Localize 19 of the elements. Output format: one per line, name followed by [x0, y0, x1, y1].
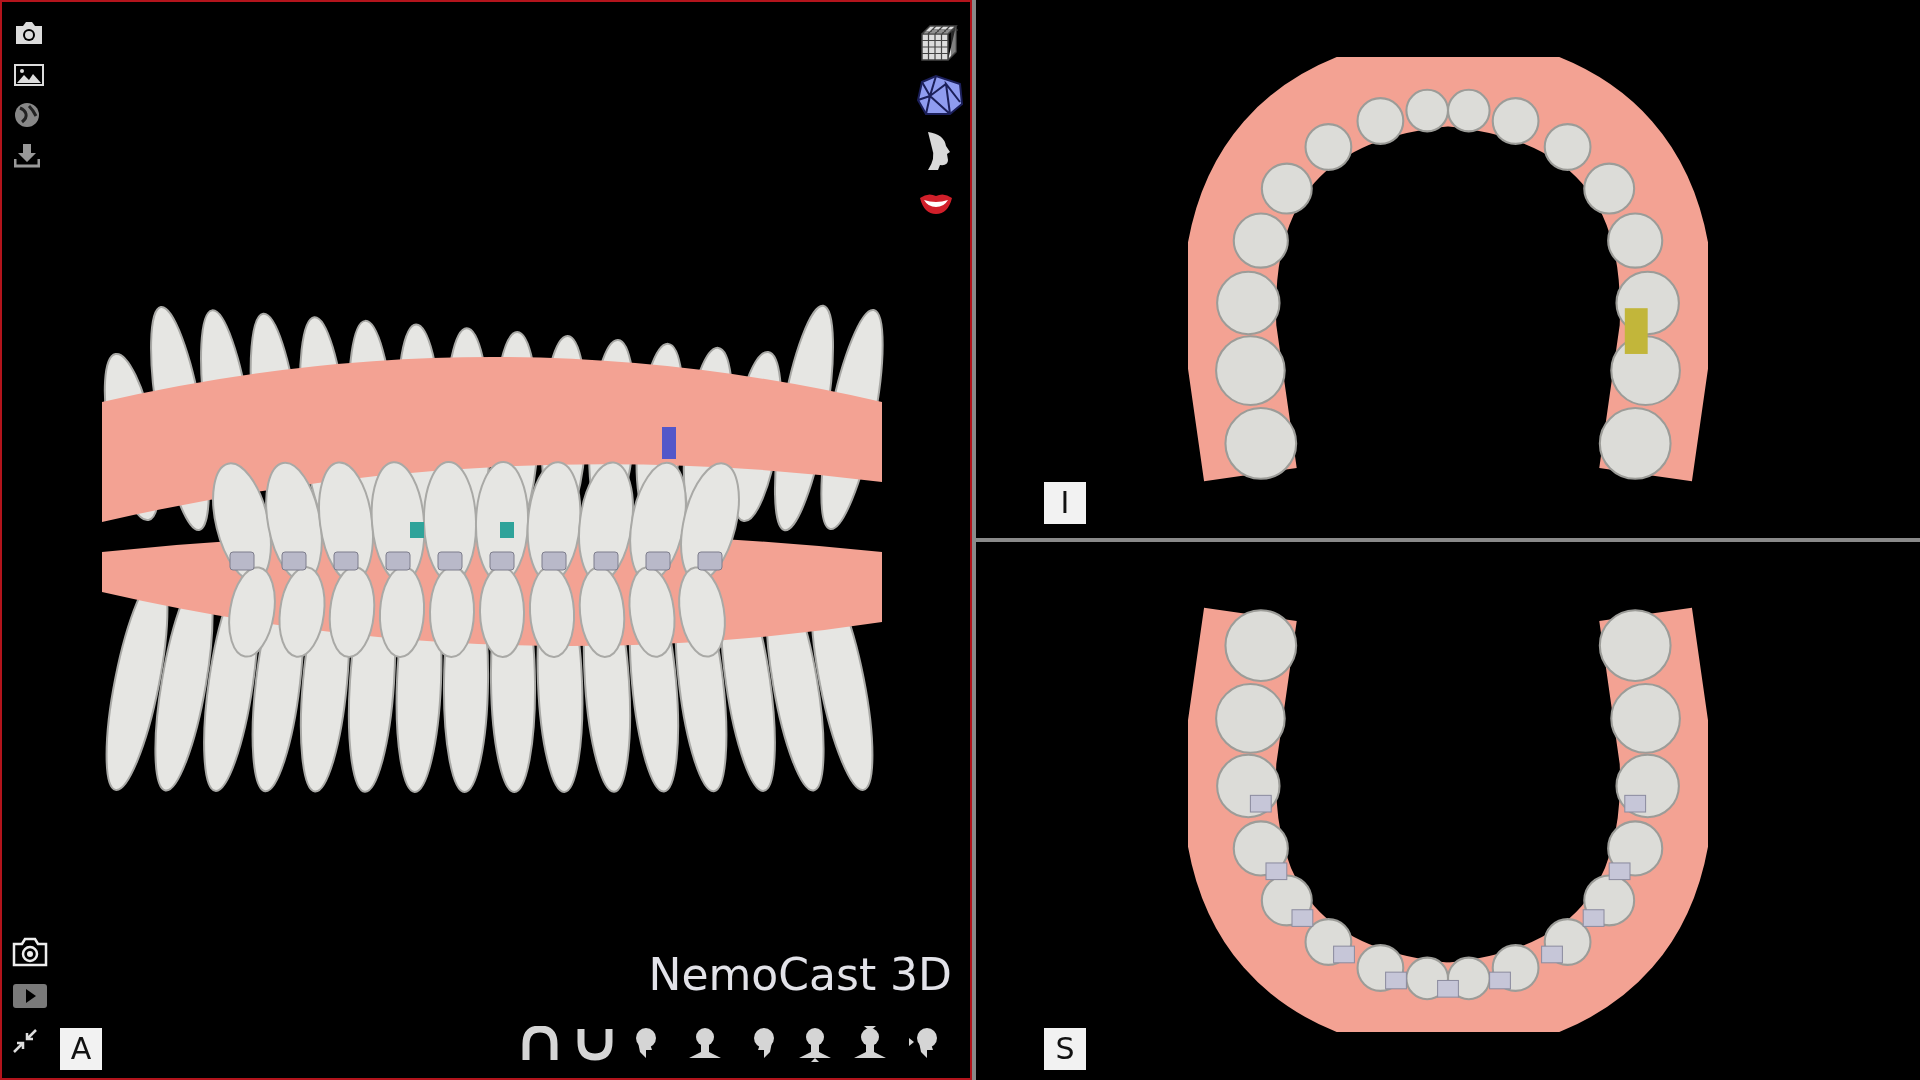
face-profile-icon[interactable] [926, 130, 952, 170]
image-icon[interactable] [14, 64, 44, 86]
grid-cube-icon[interactable] [920, 24, 958, 62]
camera-icon[interactable] [12, 937, 48, 967]
download-icon[interactable] [14, 142, 40, 168]
upper-arch-icon[interactable] [522, 1026, 558, 1062]
view-label[interactable]: S [1044, 1028, 1086, 1070]
view-label[interactable]: A [60, 1028, 102, 1070]
viewport-panel[interactable]: I [976, 0, 1920, 538]
mesh-icon[interactable] [916, 74, 964, 116]
collapse-icon[interactable] [12, 1028, 38, 1054]
app-brand-title: NemoCast 3D [648, 948, 952, 1002]
viewport-panel[interactable]: A NemoCast 3D [0, 0, 972, 1080]
viewport-panel[interactable]: S [976, 542, 1920, 1080]
view-label[interactable]: I [1044, 482, 1086, 524]
lower-arch-icon[interactable] [577, 1026, 613, 1062]
camera-icon[interactable] [14, 20, 44, 46]
play-icon[interactable] [12, 983, 48, 1009]
head-top-view-icon[interactable] [797, 1026, 833, 1062]
